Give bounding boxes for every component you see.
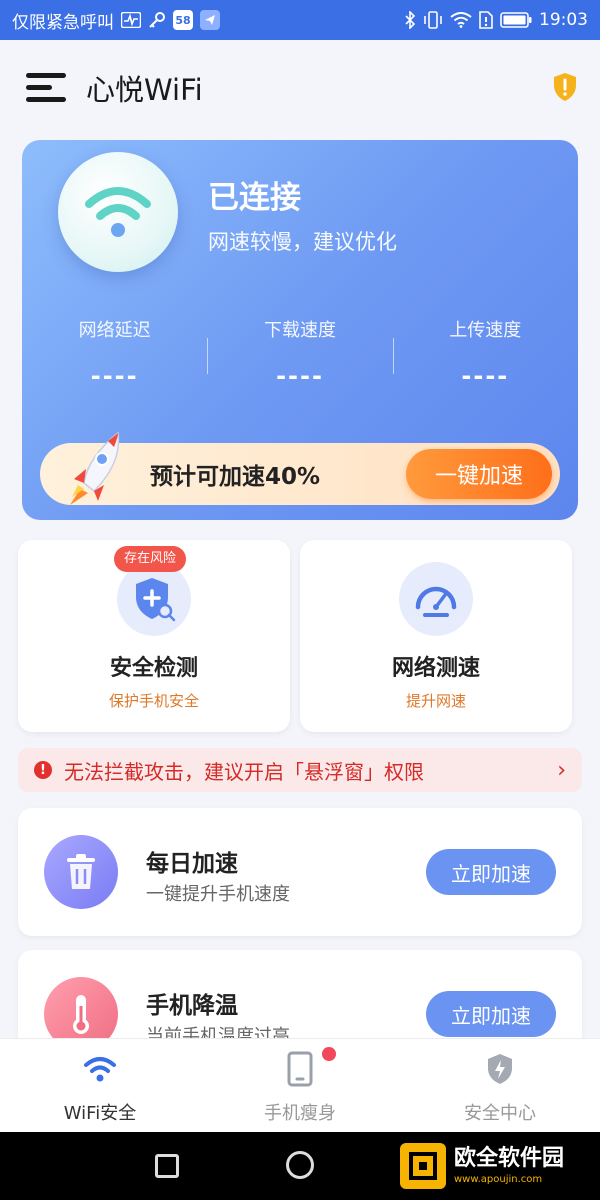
metric-label: 下载速度: [263, 320, 336, 341]
home-button[interactable]: [286, 1151, 314, 1179]
status-right: 19:03: [404, 10, 588, 30]
wifi-icon: [0, 1051, 200, 1087]
watermark-name: 欧全软件园: [454, 1145, 565, 1171]
list-title: 手机降温: [146, 993, 238, 1019]
metric-latency: 网络延迟 ----: [22, 310, 207, 390]
metric-upload: 上传速度 ----: [392, 310, 578, 390]
metric-value: ----: [90, 362, 139, 390]
metric-value: ----: [461, 362, 510, 390]
risk-badge: 存在风险: [114, 546, 187, 572]
status-bar: 仅限紧急呼叫 58 19:03: [0, 0, 600, 40]
warning-text: 无法拦截攻击，建议开启「悬浮窗」权限: [64, 759, 424, 784]
tab-label: 手机瘦身: [264, 1103, 336, 1124]
phone-icon: [200, 1051, 400, 1087]
sim-alert-icon: [479, 11, 493, 29]
bottom-tab-bar: WiFi安全 手机瘦身 安全中心: [0, 1038, 600, 1132]
connection-status: 已连接: [208, 180, 301, 216]
permission-warning-banner[interactable]: ! 无法拦截攻击，建议开启「悬浮窗」权限 ›: [18, 748, 582, 792]
feature-title: 安全检测: [109, 656, 198, 681]
connection-subtitle: 网速较慢，建议优化: [208, 230, 397, 254]
clock: 19:03: [539, 10, 588, 30]
watermark: 欧全软件园 www.apoujin.com: [400, 1138, 594, 1194]
metric-value: ----: [276, 362, 324, 390]
carrier-text: 仅限紧急呼叫: [12, 12, 114, 33]
network-metrics: 网络延迟 ---- 下载速度 ---- 上传速度 ----: [22, 310, 578, 390]
app-header: 心悦WiFi: [0, 40, 600, 136]
tab-security-center[interactable]: 安全中心: [400, 1039, 600, 1132]
app-badge-icon: 58: [173, 10, 193, 30]
connection-card: 已连接 网速较慢，建议优化 网络延迟 ---- 下载速度 ---- 上传速度 -…: [22, 140, 578, 520]
vibrate-icon: [423, 11, 443, 29]
metric-label: 上传速度: [449, 320, 522, 341]
trash-icon: [44, 835, 118, 909]
wifi-large-icon: [58, 152, 178, 272]
speed-test-card[interactable]: 网络测速 提升网速: [300, 540, 572, 732]
list-subtitle: 一键提升手机速度: [146, 884, 290, 905]
recent-apps-button[interactable]: [155, 1154, 179, 1178]
notification-dot: [322, 1047, 336, 1061]
watermark-url: www.apoujin.com: [454, 1173, 543, 1185]
rocket-icon: [58, 427, 138, 507]
list-title: 每日加速: [146, 851, 238, 877]
system-nav-bar: 欧全软件园 www.apoujin.com: [0, 1132, 600, 1200]
tab-phone-cleanup[interactable]: 手机瘦身: [200, 1039, 400, 1132]
tab-wifi-security[interactable]: WiFi安全: [0, 1039, 200, 1132]
list-item-daily-boost: 每日加速 一键提升手机速度 立即加速: [18, 808, 582, 936]
boost-now-button[interactable]: 立即加速: [426, 991, 556, 1037]
tab-label: 安全中心: [464, 1103, 536, 1124]
wifi-status-icon: [450, 12, 472, 28]
metric-download: 下载速度 ----: [207, 310, 392, 390]
security-check-card[interactable]: 存在风险 安全检测 保护手机安全: [18, 540, 290, 732]
chevron-right-icon: ›: [557, 757, 566, 783]
shield-alert-icon[interactable]: [552, 72, 578, 102]
feature-subtitle: 保护手机安全: [108, 692, 199, 710]
key-icon: [148, 11, 166, 29]
one-click-boost-button[interactable]: 一键加速: [406, 449, 552, 499]
boost-estimate-text: 预计可加速40%: [150, 464, 321, 490]
metric-label: 网络延迟: [78, 320, 151, 341]
shield-plus-icon: [117, 562, 191, 636]
boost-bar: 预计可加速40% 一键加速: [40, 431, 560, 505]
battery-icon: [500, 12, 532, 28]
watermark-logo-icon: [400, 1143, 446, 1189]
speedometer-icon: [399, 562, 473, 636]
boost-now-button[interactable]: 立即加速: [426, 849, 556, 895]
send-icon: [200, 10, 220, 30]
menu-icon[interactable]: [26, 73, 68, 103]
tab-label: WiFi安全: [63, 1103, 137, 1124]
feature-subtitle: 提升网速: [405, 692, 466, 710]
status-left: 仅限紧急呼叫 58: [12, 8, 220, 33]
shield-bolt-icon: [400, 1051, 600, 1087]
activity-icon: [121, 12, 141, 28]
alert-icon: !: [34, 761, 52, 779]
bluetooth-icon: [404, 11, 416, 29]
feature-title: 网络测速: [391, 656, 480, 681]
app-title: 心悦WiFi: [86, 73, 203, 107]
list-item-cool-down: 手机降温 当前手机温度过高 立即加速: [18, 950, 582, 1050]
